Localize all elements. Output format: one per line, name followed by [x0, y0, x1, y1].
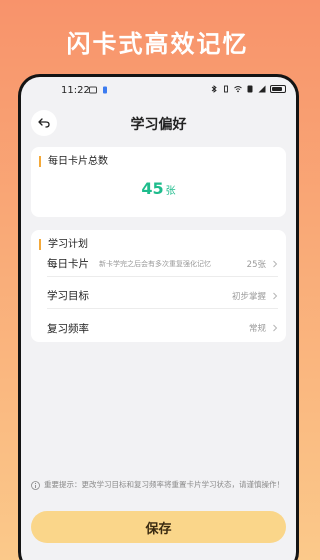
bluetooth-icon	[211, 85, 217, 93]
info-icon	[31, 481, 40, 490]
daily-card-title: 每日卡片总数	[39, 156, 108, 167]
nav-header: 学习偏好	[21, 107, 296, 139]
study-plan-card: 学习计划 每日卡片 新卡学完之后会有多次重复强化记忆 25张 学习目标 初步掌握…	[31, 230, 286, 342]
plan-row-daily-cards[interactable]: 每日卡片 新卡学完之后会有多次重复强化记忆 25张	[47, 251, 278, 277]
plan-row-value: 25张	[246, 259, 266, 270]
status-bar: 11:22	[21, 77, 296, 103]
plan-row-label: 每日卡片	[47, 258, 89, 270]
plan-row-review-frequency[interactable]: 复习频率 常规	[47, 315, 278, 341]
app-screen: 11:22 学习偏好 每日卡片总数 45 张 学习计划 每日卡片 新卡学完之后会…	[21, 77, 296, 560]
daily-card-unit: 张	[165, 186, 176, 197]
chevron-right-icon	[273, 324, 278, 332]
warning-tip-text: 重要提示：更改学习目标和复习频率将重置卡片学习状态，请谨慎操作！	[44, 480, 284, 489]
study-plan-title: 学习计划	[39, 239, 88, 250]
notification-icon	[103, 86, 107, 94]
message-icon	[89, 86, 97, 94]
plan-row-value: 常规	[248, 324, 266, 334]
chevron-right-icon	[273, 260, 278, 267]
plan-row-label: 复习频率	[47, 322, 89, 335]
phone-frame: 11:22 学习偏好 每日卡片总数 45 张 学习计划 每日卡片 新卡学完之后会…	[18, 74, 299, 560]
save-button[interactable]: 保存	[31, 511, 286, 543]
battery-icon	[270, 85, 286, 93]
promo-title: 闪卡式高效记忆	[66, 30, 249, 58]
vibrate-icon	[224, 85, 228, 93]
wifi-icon	[234, 86, 242, 93]
page-title: 学习偏好	[130, 117, 187, 133]
plan-row-study-goal[interactable]: 学习目标 初步掌握	[47, 283, 278, 309]
plan-row-note: 新卡学完之后会有多次重复强化记忆	[99, 259, 211, 268]
plan-row-label: 学习目标	[47, 290, 89, 302]
daily-card-total-card[interactable]: 每日卡片总数 45 张	[31, 147, 286, 217]
plan-row-value: 初步掌握	[231, 291, 266, 302]
warning-tip: 重要提示：更改学习目标和复习频率将重置卡片学习状态，请谨慎操作！	[31, 480, 286, 490]
daily-card-number: 45	[141, 179, 164, 198]
sim-icon	[247, 85, 253, 93]
daily-card-total: 45 张	[31, 179, 286, 198]
status-time: 11:22	[61, 85, 90, 96]
chevron-right-icon	[273, 292, 278, 299]
signal-icon	[258, 85, 266, 93]
